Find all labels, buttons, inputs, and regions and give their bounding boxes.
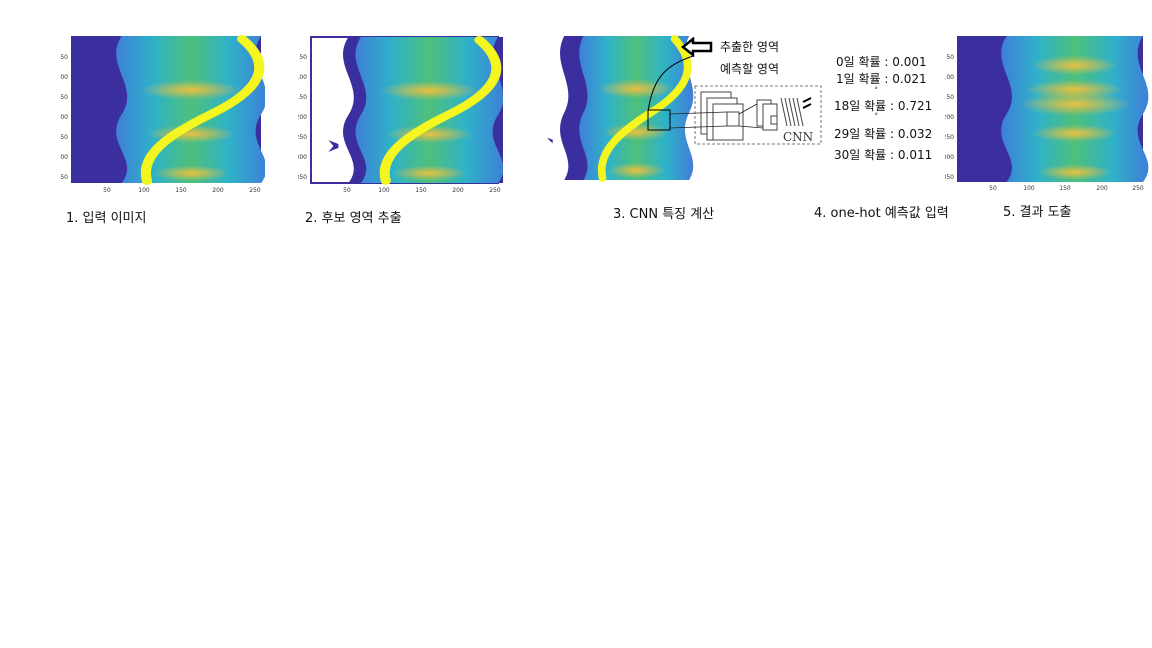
- y-tick: 150: [60, 94, 68, 101]
- x-tick: 50: [343, 187, 351, 194]
- y-tick: 300: [60, 154, 68, 161]
- x-tick: 50: [103, 187, 111, 194]
- y-tick: 50: [60, 54, 68, 61]
- left-arrow-icon: [680, 36, 713, 61]
- x-tick: 250: [1132, 185, 1144, 192]
- y-tick: 200: [60, 114, 68, 121]
- y-tick: 300: [945, 154, 954, 161]
- y-tick: 100: [298, 74, 307, 81]
- step-3-caption: 3. CNN 특징 계산: [613, 207, 715, 222]
- probability-item: 1일 확률 : 0.021: [836, 72, 927, 86]
- y-tick: 150: [298, 94, 307, 101]
- y-tick: 50: [946, 54, 954, 61]
- step-5-caption: 5. 결과 도출: [1003, 205, 1072, 220]
- y-tick: 200: [945, 114, 954, 121]
- step-4-caption: 4. one-hot 예측값 입력: [814, 206, 949, 221]
- x-ticks: 50 100 150 200 250: [103, 187, 261, 194]
- ellipsis-dots-icon: ∘: [874, 84, 879, 92]
- y-tick: 50: [299, 54, 307, 61]
- result-panel: 50 100 150 200 250 300 350 50 100 150 20…: [943, 34, 1150, 194]
- predict-region-label: 예측할 영역: [720, 62, 780, 76]
- y-tick: 350: [298, 174, 307, 181]
- x-tick: 50: [989, 185, 997, 192]
- probability-item: 30일 확률 : 0.011: [834, 148, 933, 162]
- y-tick: 300: [298, 154, 307, 161]
- probability-item: 18일 확률 : 0.721: [834, 99, 933, 113]
- extracted-region-label: 추출한 영역: [720, 40, 780, 54]
- x-tick: 250: [249, 187, 261, 194]
- probability-item: 0일 확률 : 0.001: [836, 55, 927, 69]
- y-tick: 200: [298, 114, 307, 121]
- y-tick: 250: [945, 134, 954, 141]
- x-tick: 150: [415, 187, 427, 194]
- x-tick: 150: [175, 187, 187, 194]
- x-tick: 100: [1023, 185, 1035, 192]
- x-tick: 200: [452, 187, 464, 194]
- candidate-region-panel: 50 100 150 200 250 300 350 50 100 150 20…: [296, 34, 533, 199]
- y-tick: 100: [60, 74, 68, 81]
- x-tick: 200: [212, 187, 224, 194]
- y-ticks: 50 100 150 200 250 300 350: [57, 54, 69, 181]
- x-tick: 100: [378, 187, 390, 194]
- input-image-panel: 50 100 150 200 250 300 350 50 100 150 20…: [57, 34, 267, 199]
- y-tick: 150: [945, 94, 954, 101]
- x-tick: 250: [489, 187, 501, 194]
- ellipsis-dots-icon: ∘: [874, 110, 879, 118]
- probability-item: 29일 확률 : 0.032: [834, 127, 933, 141]
- step-1-caption: 1. 입력 이미지: [66, 211, 147, 226]
- x-tick: 100: [138, 187, 150, 194]
- y-tick: 100: [945, 74, 954, 81]
- step-2-caption: 2. 후보 영역 추출: [305, 211, 402, 226]
- y-tick: 250: [60, 134, 68, 141]
- y-tick: 350: [945, 174, 954, 181]
- x-tick: 150: [1059, 185, 1071, 192]
- cnn-label: CNN: [783, 130, 813, 144]
- x-tick: 200: [1096, 185, 1108, 192]
- y-tick: 350: [60, 174, 68, 181]
- y-tick: 250: [298, 134, 307, 141]
